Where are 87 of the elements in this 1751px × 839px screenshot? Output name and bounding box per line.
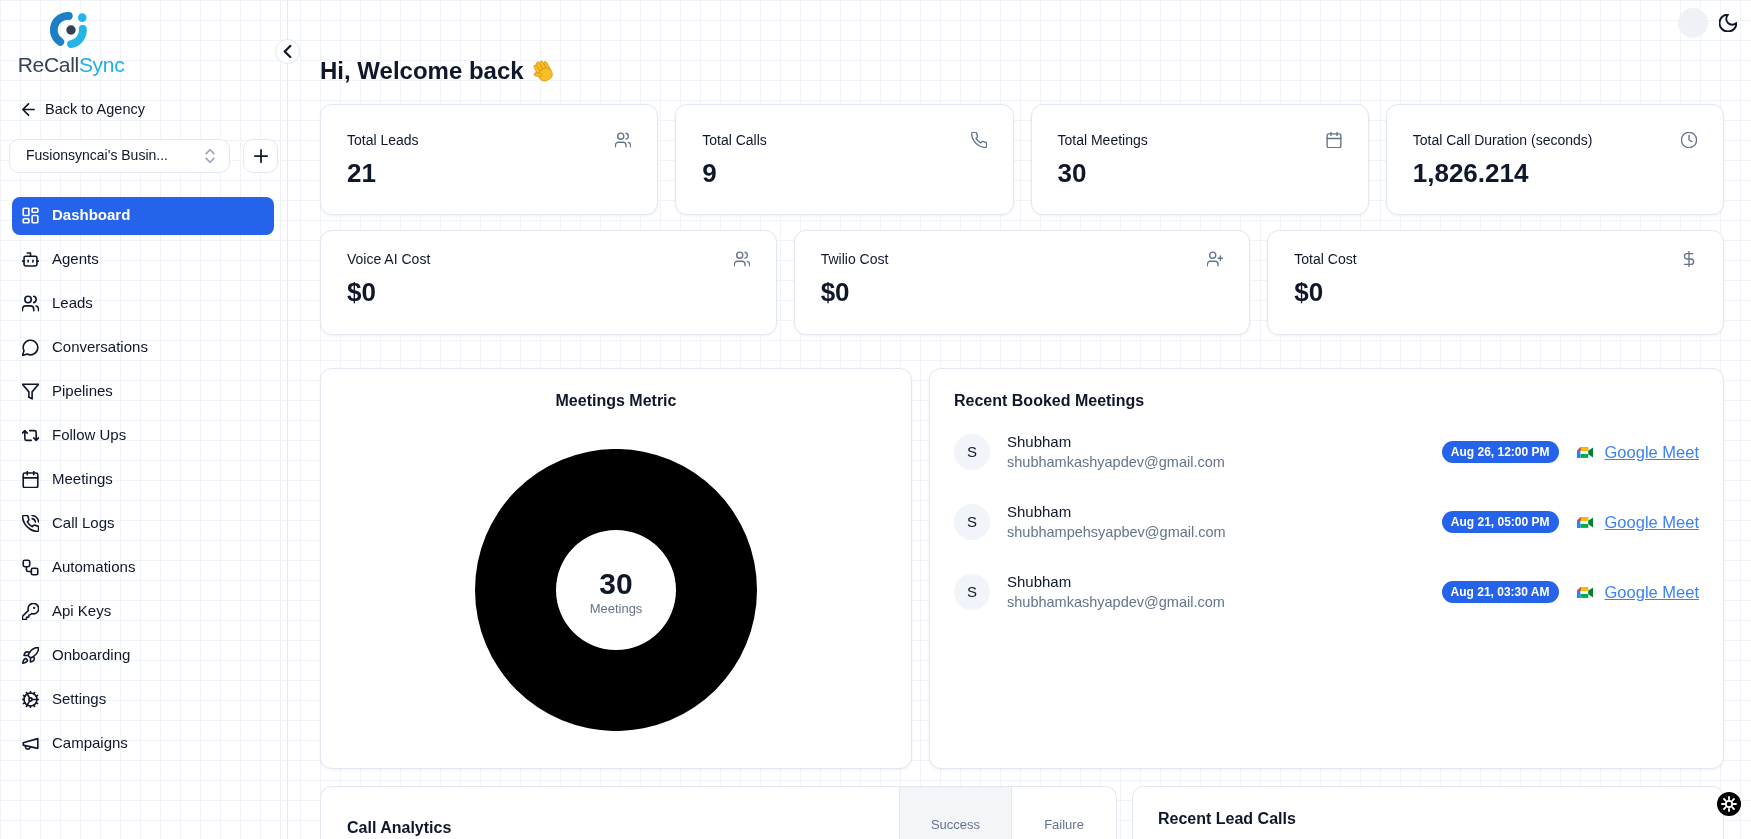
- sidebar-item[interactable]: Pipelines: [12, 372, 274, 411]
- card-title: Call Analytics: [347, 818, 453, 838]
- card-title: Recent Booked Meetings: [954, 391, 1146, 411]
- moon-icon: [1719, 14, 1737, 32]
- card-title: Meetings Metric: [555, 391, 677, 411]
- stat-value: $0: [1294, 276, 1325, 308]
- clock-icon: [1681, 132, 1697, 148]
- sidebar-item[interactable]: Api Keys: [12, 592, 274, 631]
- sidebar-item[interactable]: Call Logs: [12, 504, 274, 543]
- workspace-select[interactable]: Fusionsyncai's Busin...: [9, 138, 230, 173]
- brand-name: ReCallSync: [17, 54, 125, 75]
- chart-toggle[interactable]: Success: [899, 787, 1011, 839]
- sidebar-item[interactable]: Follow Ups: [12, 416, 274, 455]
- sidebar-item[interactable]: Dashboard: [12, 196, 274, 235]
- avatar-initial: S: [954, 504, 990, 540]
- contact-email: shubhamkashyapdev@gmail.com: [1007, 593, 1225, 612]
- meet-link[interactable]: Google Meet: [1604, 579, 1699, 605]
- users-icon: [615, 132, 632, 148]
- chart-toggle[interactable]: Failure: [1011, 787, 1116, 839]
- card-title: Recent Lead Calls: [1158, 809, 1297, 829]
- stat-value: $0: [347, 276, 377, 308]
- meeting-time: Aug 26, 12:00 PM: [1441, 441, 1559, 463]
- welcome-heading: Hi, Welcome back: [320, 56, 524, 86]
- chat-bubble-icon: [22, 339, 39, 356]
- stat-value: $0: [820, 276, 851, 308]
- sidebar-item[interactable]: Settings: [12, 680, 274, 719]
- stat-label: Total Calls: [702, 131, 767, 150]
- sidebar-item[interactable]: Leads: [12, 284, 274, 323]
- repeat-icon: [22, 427, 39, 444]
- add-button[interactable]: [243, 138, 278, 173]
- settings-icon: [22, 691, 39, 708]
- sidebar-item[interactable]: Agents: [12, 240, 274, 279]
- stat-label: Twilio Cost: [820, 250, 889, 269]
- back-link[interactable]: Back to Agency: [22, 99, 145, 119]
- stat-label: Total Cost: [1294, 250, 1357, 269]
- key-icon: [22, 603, 39, 620]
- collapse-button[interactable]: [275, 39, 300, 64]
- calendar-icon: [1325, 132, 1342, 148]
- contact-email: shubhampehsyapbev@gmail.com: [1007, 523, 1226, 542]
- contact-name: Shubham: [1007, 432, 1073, 452]
- user-plus-icon: [1207, 251, 1224, 267]
- meet-link[interactable]: Google Meet: [1604, 439, 1699, 465]
- sidebar-item[interactable]: Conversations: [12, 328, 274, 367]
- avatar-initial: S: [954, 434, 990, 470]
- contact-name: Shubham: [1007, 572, 1073, 592]
- arrow-left-icon: [22, 102, 35, 116]
- stat-value: 21: [347, 157, 377, 189]
- stat-value: 1,826.214: [1412, 157, 1530, 189]
- robot-icon: [22, 251, 39, 268]
- stat-value: 30: [1057, 157, 1088, 189]
- contact-name: Shubham: [1007, 502, 1073, 522]
- donut-total: 30: [599, 567, 633, 601]
- video-camera-icon: [1576, 516, 1593, 528]
- dollar-icon: [1681, 251, 1697, 267]
- sidebar-item[interactable]: Onboarding: [12, 636, 274, 675]
- workflow-icon: [22, 559, 39, 576]
- video-camera-icon: [1576, 446, 1593, 458]
- calendar-icon: [22, 471, 39, 488]
- plus-icon: [253, 148, 268, 163]
- theme-toggle[interactable]: [1719, 14, 1737, 32]
- waving-hand-icon: [531, 59, 556, 83]
- chevron-left-icon: [281, 45, 294, 58]
- phone-call-icon: [22, 515, 39, 532]
- gear-icon[interactable]: [1717, 792, 1741, 816]
- meeting-time: Aug 21, 03:30 AM: [1441, 581, 1559, 603]
- phone-icon: [970, 132, 987, 148]
- meeting-time: Aug 21, 05:00 PM: [1441, 511, 1559, 533]
- grid-icon: [22, 207, 39, 224]
- sidebar-item[interactable]: Meetings: [12, 460, 274, 499]
- funnel-icon: [22, 383, 39, 400]
- stat-value: 9: [702, 157, 718, 189]
- stat-label: Total Leads: [347, 131, 419, 150]
- video-camera-icon: [1576, 586, 1593, 598]
- rocket-icon: [22, 647, 39, 664]
- megaphone-icon: [22, 735, 39, 752]
- users-icon: [733, 251, 750, 267]
- users-icon: [22, 295, 39, 312]
- stat-label: Total Call Duration (seconds): [1412, 131, 1593, 150]
- sidebar-item[interactable]: Automations: [12, 548, 274, 587]
- contact-email: shubhamkashyapdev@gmail.com: [1007, 453, 1225, 472]
- stat-label: Voice AI Cost: [347, 250, 431, 269]
- donut-label: Meetings: [589, 601, 643, 617]
- sidebar-item[interactable]: Campaigns: [12, 724, 274, 763]
- avatar-initial: S: [954, 574, 990, 610]
- stat-label: Total Meetings: [1057, 131, 1148, 150]
- chevron-updown-icon: [205, 148, 215, 163]
- meet-link[interactable]: Google Meet: [1604, 509, 1699, 535]
